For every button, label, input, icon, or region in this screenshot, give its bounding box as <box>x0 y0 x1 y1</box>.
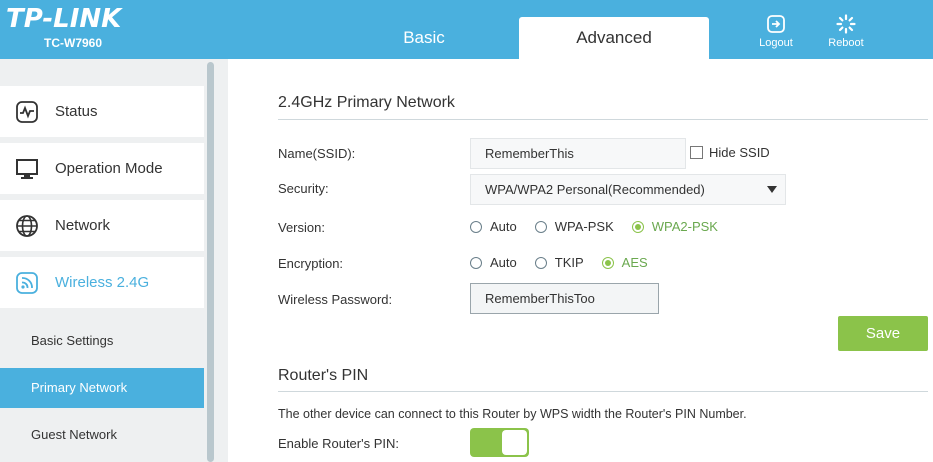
security-label: Security: <box>278 181 329 196</box>
security-selected-value: WPA/WPA2 Personal(Recommended) <box>485 182 705 197</box>
radio-circle[interactable] <box>470 256 482 269</box>
version-radio-group: Auto WPA-PSK WPA2-PSK <box>470 219 736 234</box>
encryption-label: Encryption: <box>278 256 344 271</box>
toggle-knob[interactable] <box>502 430 527 455</box>
sidebar-item-label: Wireless 2.4G <box>55 274 150 291</box>
ssid-input[interactable]: RememberThis <box>470 138 686 169</box>
reboot-icon <box>836 14 856 34</box>
save-button[interactable]: Save <box>838 316 928 351</box>
status-pulse-icon <box>14 99 40 125</box>
ssid-label: Name(SSID): <box>278 146 356 161</box>
wireless-password-input[interactable]: RememberThisToo <box>470 283 659 314</box>
security-select[interactable]: WPA/WPA2 Personal(Recommended) <box>470 174 786 205</box>
radio-label: WPA2-PSK <box>651 219 718 234</box>
sidebar-item-network[interactable]: Network <box>0 200 204 251</box>
tab-basic[interactable]: Basic <box>340 17 508 59</box>
radio-circle[interactable] <box>470 220 482 233</box>
sidebar-item-wireless-2-4g[interactable]: Wireless 2.4G <box>0 257 204 308</box>
sidebar-item-status[interactable]: Status <box>0 86 204 137</box>
version-radio-wpa-psk[interactable]: WPA-PSK <box>534 219 614 234</box>
wireless-icon <box>14 270 40 296</box>
encryption-radio-auto[interactable]: Auto <box>470 255 517 270</box>
sidebar-subitem-primary-network[interactable]: Primary Network <box>0 368 204 408</box>
encryption-radio-group: Auto TKIP AES <box>470 255 666 270</box>
sidebar-item-operation-mode[interactable]: Operation Mode <box>0 143 204 194</box>
caret-down-icon <box>767 186 777 193</box>
wireless-password-label: Wireless Password: <box>278 292 393 307</box>
brand-logo: TP-LINK <box>6 4 122 34</box>
radio-label: TKIP <box>554 255 584 270</box>
sidebar-subitem-guest-network[interactable]: Guest Network <box>0 415 204 455</box>
version-radio-wpa2-psk[interactable]: WPA2-PSK <box>631 219 718 234</box>
radio-circle[interactable] <box>631 220 644 233</box>
router-pin-description: The other device can connect to this Rou… <box>278 407 747 421</box>
radio-circle[interactable] <box>534 220 547 233</box>
reboot-label: Reboot <box>828 37 864 49</box>
model-name: TC-W7960 <box>44 36 103 50</box>
sidebar-item-label: Network <box>55 217 111 234</box>
sidebar: Status Operation Mode Network Wireless 2… <box>0 59 228 462</box>
tab-advanced[interactable]: Advanced <box>519 17 709 59</box>
checkbox-box[interactable] <box>690 146 703 159</box>
version-radio-auto[interactable]: Auto <box>470 219 517 234</box>
enable-router-pin-label: Enable Router's PIN: <box>278 436 399 451</box>
hide-ssid-label: Hide SSID <box>709 145 770 160</box>
radio-label: Auto <box>490 219 517 234</box>
reboot-button[interactable]: Reboot <box>816 14 876 49</box>
encryption-radio-aes[interactable]: AES <box>601 255 648 270</box>
logout-icon <box>767 15 785 33</box>
divider <box>278 391 928 392</box>
section-title-primary-network: 2.4GHz Primary Network <box>278 94 455 111</box>
version-label: Version: <box>278 220 325 235</box>
logout-label: Logout <box>759 37 793 49</box>
hide-ssid-checkbox[interactable]: Hide SSID <box>690 145 770 160</box>
section-title-router-pin: Router's PIN <box>278 367 369 384</box>
encryption-radio-tkip[interactable]: TKIP <box>534 255 584 270</box>
sidebar-item-label: Operation Mode <box>55 160 163 177</box>
radio-label: Auto <box>490 255 517 270</box>
monitor-icon <box>14 156 40 182</box>
top-header: TP-LINK TC-W7960 Basic Advanced Logout R… <box>0 0 933 59</box>
radio-label: WPA-PSK <box>554 219 614 234</box>
radio-label: AES <box>621 255 648 270</box>
radio-circle[interactable] <box>601 256 614 269</box>
sidebar-subitem-basic-settings[interactable]: Basic Settings <box>0 321 204 361</box>
logout-button[interactable]: Logout <box>746 14 806 49</box>
sidebar-item-label: Status <box>55 103 98 120</box>
radio-circle[interactable] <box>534 256 547 269</box>
divider <box>278 119 928 120</box>
globe-icon <box>14 213 40 239</box>
sidebar-scrollbar[interactable] <box>207 62 214 462</box>
enable-router-pin-toggle[interactable] <box>470 428 529 457</box>
